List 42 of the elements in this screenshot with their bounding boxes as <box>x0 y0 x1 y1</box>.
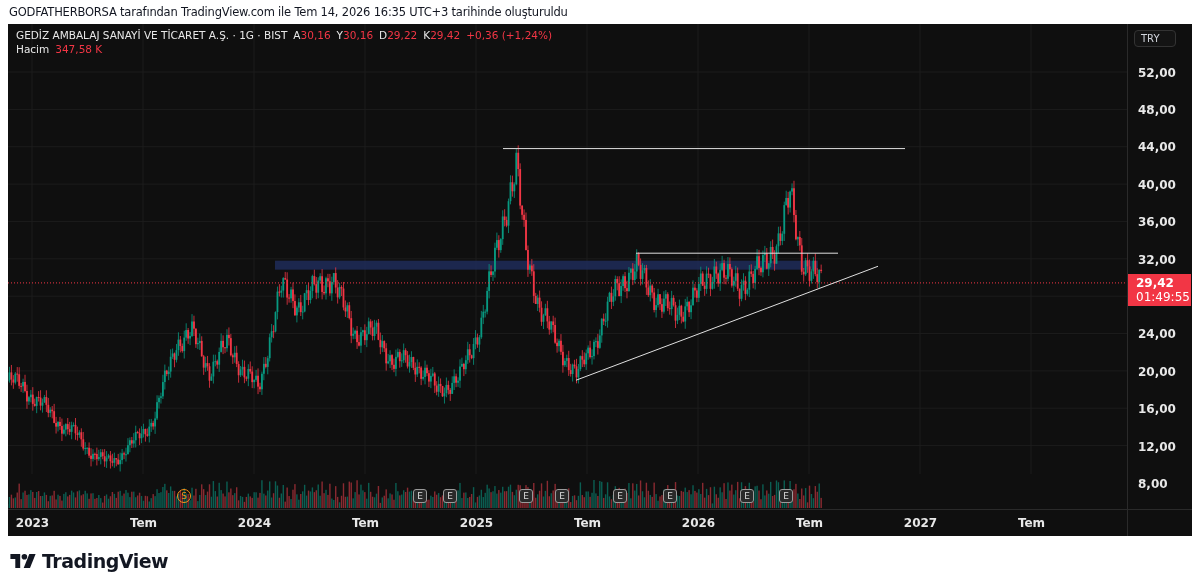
time-tick: Tem <box>1016 515 1047 532</box>
time-tick: Tem <box>572 515 603 532</box>
ohlc-value: Y30,16 <box>336 29 374 41</box>
price-tick: 8,00 <box>1138 476 1169 493</box>
brand-name: TradingView <box>42 550 169 572</box>
earnings-marker[interactable]: E <box>555 489 569 503</box>
last-price-tag: 29,42 01:49:55 <box>1128 274 1191 306</box>
price-change: +0,36 (+1,24%) <box>466 29 553 41</box>
earnings-marker[interactable]: E <box>663 489 677 503</box>
price-tick: 48,00 <box>1138 102 1176 120</box>
price-tick: 52,00 <box>1138 64 1176 82</box>
volume-label: Hacim <box>16 43 50 55</box>
earnings-marker[interactable]: E <box>613 489 627 503</box>
time-tick: 2025 <box>458 515 495 532</box>
earnings-marker[interactable]: E <box>413 489 427 503</box>
ohlc-value: K29,42 <box>423 29 461 41</box>
price-tick: 16,00 <box>1138 401 1176 419</box>
time-tick: 2027 <box>902 515 939 532</box>
price-tick: 12,00 <box>1138 438 1176 456</box>
earnings-marker[interactable]: E <box>779 489 793 503</box>
price-tick: 24,00 <box>1138 326 1176 344</box>
earnings-marker[interactable]: E <box>519 489 533 503</box>
time-tick: Tem <box>794 515 825 532</box>
ohlc-value: D29,22 <box>379 29 418 41</box>
time-tick: 2024 <box>236 515 273 532</box>
earnings-marker[interactable]: E <box>443 489 457 503</box>
symbol-title: GEDİZ AMBALAJ SANAYİ VE TİCARET A.Ş. · 1G · BIST <box>16 29 288 41</box>
price-tick: 20,00 <box>1138 363 1176 381</box>
ohlc-value: A30,16 <box>293 29 331 41</box>
time-tick: 2023 <box>14 515 51 532</box>
earnings-marker[interactable]: E <box>740 489 754 503</box>
price-tick: 40,00 <box>1138 176 1176 194</box>
volume-value: 347,58 K <box>55 43 103 55</box>
time-tick: 2026 <box>680 515 717 532</box>
chart-caption: GODFATHERBORSA tarafından TradingView.com ile Tem 14, 2026 16:35 UTC+3 tarihinde oluşturuldu <box>8 4 569 21</box>
price-tick: 36,00 <box>1138 214 1176 232</box>
currency-button[interactable]: TRY <box>1134 30 1176 47</box>
price-tick: 32,00 <box>1138 251 1176 269</box>
time-tick: Tem <box>350 515 381 532</box>
logo-icon <box>10 554 36 568</box>
price-tick: 44,00 <box>1138 139 1176 157</box>
time-tick: Tem <box>128 515 159 532</box>
